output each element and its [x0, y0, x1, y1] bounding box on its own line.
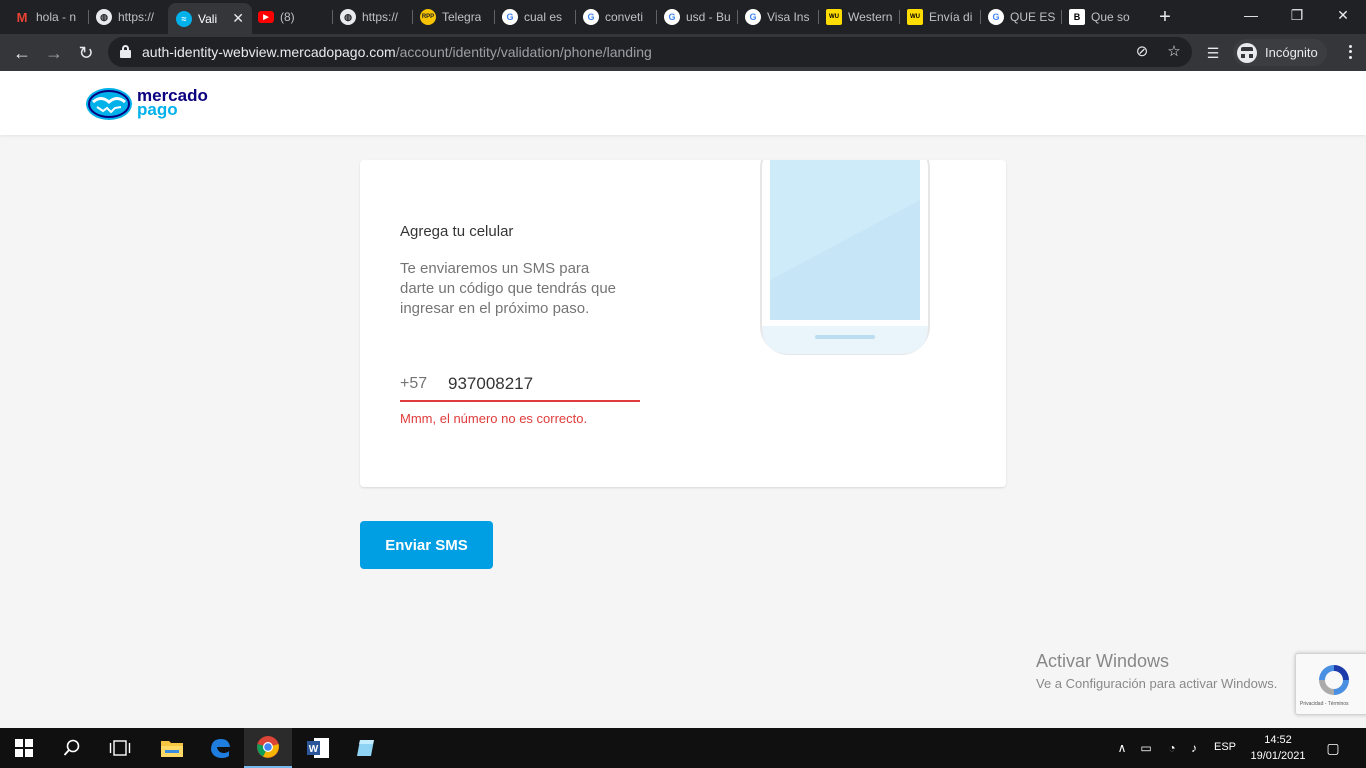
tab-google-5[interactable]: G QUE ES	[988, 4, 1056, 30]
wifi-icon[interactable]: ◔	[1164, 740, 1180, 756]
svg-text:W: W	[309, 744, 319, 755]
taskbar-file-explorer[interactable]	[148, 728, 196, 768]
task-view-icon	[109, 740, 131, 756]
tab-telegram[interactable]: RPP Telegra	[420, 4, 488, 30]
phone-error-message: Mmm, el número no es correcto.	[400, 411, 588, 426]
tab-https-1[interactable]: ◍ https://	[96, 4, 162, 30]
chrome-icon	[257, 736, 279, 758]
browser-tabstrip: M hola - n ◍ https:// ≈ Vali ✕ ▶ (8) ◍ h…	[0, 0, 1366, 34]
lock-icon[interactable]	[120, 45, 131, 58]
tab-western-union-1[interactable]: WU Western	[826, 4, 894, 30]
chevron-up-icon[interactable]: ∧	[1114, 740, 1130, 756]
card-title: Agrega tu celular	[400, 223, 514, 240]
taskbar-notepad-app[interactable]	[342, 728, 390, 768]
search-icon	[63, 739, 80, 756]
tab-google-2[interactable]: G conveti	[583, 4, 651, 30]
google-icon: G	[583, 9, 599, 25]
activate-windows-notice: Activar Windows Ve a Configuración para …	[1036, 651, 1278, 691]
phone-illustration-icon	[760, 160, 930, 355]
tab-gmail[interactable]: M hola - n	[14, 4, 82, 30]
tab-b[interactable]: B Que so	[1069, 4, 1137, 30]
phone-input[interactable]	[448, 372, 628, 396]
windows-taskbar: W ∧ ▭ ◔ ♪ ESP 14:52 19/01/2021 ▢	[0, 728, 1366, 768]
google-icon: G	[502, 9, 518, 25]
recaptcha-badge[interactable]: Privacidad - Términos	[1295, 653, 1366, 715]
google-icon: G	[745, 9, 761, 25]
page-content: mercado pago Agrega tu celular Te enviar…	[0, 71, 1366, 728]
tab-google-1[interactable]: G cual es	[502, 4, 570, 30]
start-button[interactable]	[0, 728, 48, 768]
recaptcha-icon	[1319, 665, 1349, 695]
battery-icon[interactable]: ▭	[1138, 740, 1154, 756]
browser-toolbar: ← → ↻ auth-identity-webview.mercadopago.…	[0, 34, 1366, 71]
card-description: Te enviaremos un SMS para darte un códig…	[400, 260, 616, 317]
address-bar[interactable]: auth-identity-webview.mercadopago.com/ac…	[108, 37, 1192, 67]
url-text[interactable]: auth-identity-webview.mercadopago.com/ac…	[142, 44, 652, 60]
language-indicator[interactable]: ESP	[1214, 741, 1236, 753]
b-icon: B	[1069, 9, 1085, 25]
logo-wordmark: mercado pago	[137, 86, 208, 119]
reading-list-icon[interactable]: ☰	[1203, 43, 1223, 63]
task-view-button[interactable]	[96, 728, 144, 768]
tab-western-union-2[interactable]: WU Envía di	[907, 4, 975, 30]
google-icon: G	[988, 9, 1004, 25]
browser-menu-icon[interactable]	[1340, 42, 1360, 62]
clock[interactable]: 14:52 19/01/2021	[1246, 732, 1310, 764]
incognito-profile-button[interactable]: Incógnito	[1233, 39, 1327, 66]
handshake-logo-icon	[86, 88, 132, 120]
country-code: +57	[400, 375, 428, 392]
rpp-icon: RPP	[420, 9, 436, 25]
taskbar-chrome[interactable]	[244, 728, 292, 768]
word-icon: W	[307, 738, 329, 758]
send-sms-button[interactable]: Enviar SMS	[360, 521, 493, 569]
youtube-icon: ▶	[258, 11, 274, 23]
mercadopago-logo[interactable]: mercado pago	[85, 85, 215, 123]
mercadopago-icon: ≈	[176, 10, 192, 27]
google-icon: G	[664, 9, 680, 25]
gmail-icon: M	[16, 9, 28, 25]
western-union-icon: WU	[826, 9, 842, 25]
tab-google-4[interactable]: G Visa Ins	[745, 4, 813, 30]
tab-https-2[interactable]: ◍ https://	[340, 4, 406, 30]
notifications-icon[interactable]: ▢	[1325, 740, 1341, 756]
tab-youtube[interactable]: ▶ (8)	[258, 4, 326, 30]
taskbar-word[interactable]: W	[294, 728, 342, 768]
restore-button[interactable]: ❐	[1274, 4, 1320, 26]
close-window-button[interactable]: ✕	[1320, 4, 1366, 26]
forward-button[interactable]: →	[40, 39, 68, 67]
western-union-icon: WU	[907, 9, 923, 25]
notepad-icon	[357, 740, 374, 756]
folder-icon	[161, 741, 183, 757]
minimize-button[interactable]: —	[1228, 4, 1274, 26]
star-icon[interactable]: ☆	[1164, 42, 1184, 62]
phone-field: +57	[400, 366, 640, 402]
edge-icon	[211, 739, 230, 758]
globe-icon: ◍	[96, 9, 112, 25]
back-button[interactable]: ←	[8, 39, 36, 67]
eye-slash-icon[interactable]: ⊘	[1132, 42, 1152, 62]
new-tab-button[interactable]: +	[1154, 6, 1176, 28]
phone-validation-card: Agrega tu celular Te enviaremos un SMS p…	[360, 160, 1006, 487]
close-tab-icon[interactable]: ✕	[232, 10, 244, 27]
tab-validation-active[interactable]: ≈ Vali ✕	[168, 3, 252, 34]
globe-icon: ◍	[340, 9, 356, 25]
taskbar-edge[interactable]	[196, 728, 244, 768]
site-header: mercado pago	[0, 71, 1366, 135]
volume-icon[interactable]: ♪	[1186, 740, 1202, 756]
search-button[interactable]	[48, 728, 96, 768]
windows-logo-icon	[15, 739, 33, 757]
incognito-icon	[1237, 42, 1257, 63]
tab-google-3[interactable]: G usd - Bu	[664, 4, 732, 30]
reload-button[interactable]: ↻	[72, 39, 100, 67]
